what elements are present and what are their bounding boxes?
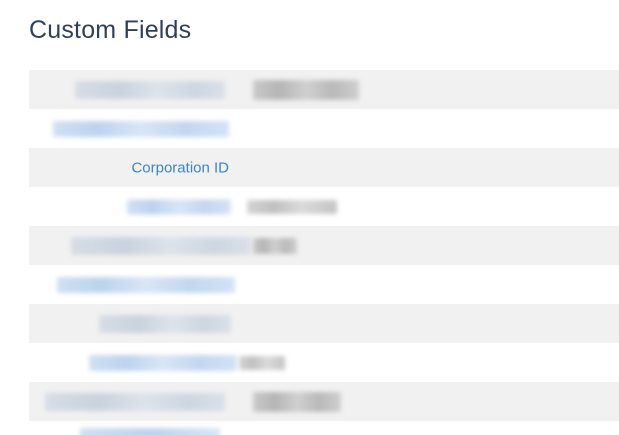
field-label-cell: Corporation ID	[29, 148, 229, 187]
section-title: Custom Fields	[29, 16, 192, 44]
field-label-cell	[29, 343, 237, 382]
field-value-cell	[245, 265, 605, 304]
field-value-cell	[245, 226, 605, 265]
field-row: Corporation ID	[29, 148, 619, 187]
field-value-cell	[245, 148, 605, 187]
field-label-cell	[29, 265, 235, 304]
field-label-redacted[interactable]	[99, 314, 231, 333]
field-row	[29, 382, 619, 421]
field-row	[29, 109, 619, 148]
field-label-cell	[29, 187, 231, 226]
field-value-cell	[245, 187, 605, 226]
field-label-redacted[interactable]	[75, 80, 225, 99]
field-value-redacted	[247, 199, 337, 214]
field-value-cell	[239, 343, 605, 382]
field-label-cell	[29, 304, 231, 343]
field-label-cell	[29, 382, 229, 421]
field-label-redacted[interactable]	[127, 199, 231, 214]
field-label-cell	[29, 109, 229, 148]
field-value-redacted	[253, 79, 359, 100]
field-value-redacted	[253, 237, 297, 254]
field-value-redacted	[253, 391, 341, 412]
custom-fields-list: Corporation ID	[29, 70, 619, 421]
field-label-redacted[interactable]	[53, 120, 229, 137]
field-value-redacted	[239, 355, 285, 370]
field-row	[29, 265, 619, 304]
field-value-cell	[245, 304, 605, 343]
field-value-cell	[245, 382, 605, 421]
field-label-redacted[interactable]	[89, 354, 237, 371]
field-row	[29, 70, 619, 109]
field-value-cell	[245, 109, 605, 148]
field-value-cell	[245, 70, 605, 109]
field-label-redacted[interactable]	[45, 392, 225, 411]
field-label-redacted-clipped[interactable]	[80, 428, 220, 435]
field-row	[29, 187, 619, 226]
field-label-cell	[29, 226, 251, 265]
field-label-cell	[29, 70, 229, 109]
field-label-redacted[interactable]	[71, 236, 251, 255]
field-row	[29, 226, 619, 265]
field-row	[29, 343, 619, 382]
field-label-redacted[interactable]	[57, 276, 235, 293]
field-label-corporation-id[interactable]: Corporation ID	[131, 159, 229, 176]
field-row	[29, 304, 619, 343]
custom-fields-page: Custom Fields Corporation ID	[0, 0, 619, 435]
